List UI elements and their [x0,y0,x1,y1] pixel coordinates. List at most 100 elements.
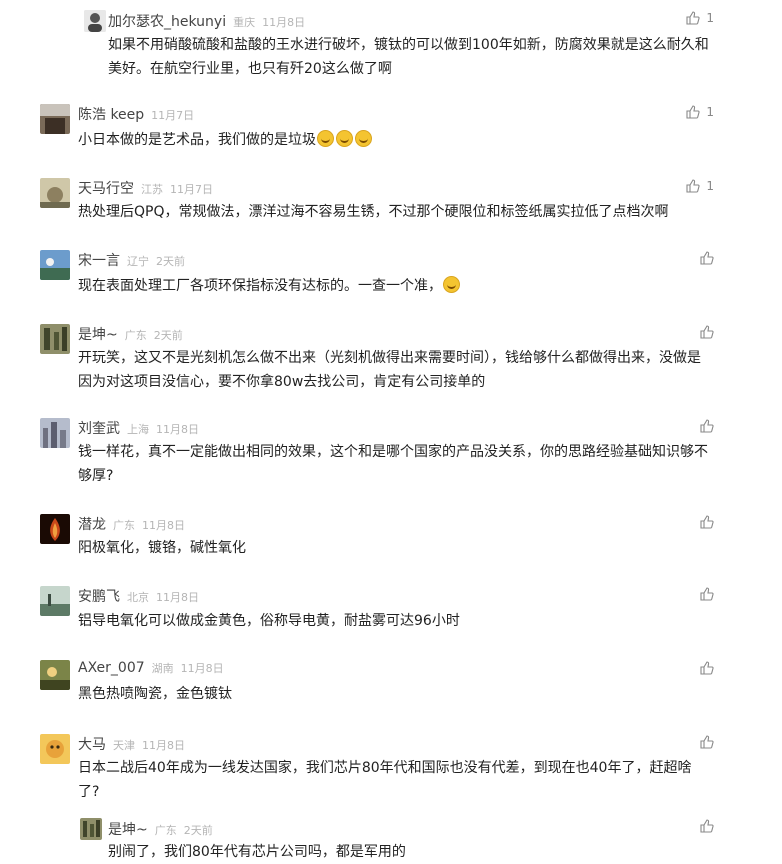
username[interactable]: AXer_007 [78,660,145,676]
laughing-emoji [317,130,334,147]
location: 广东 [124,329,147,342]
reply-item: 加尔瑟农_hekunyi 重庆 11月8日 如果不用硝酸硫酸和盐酸的王水进行破坏… [0,0,782,90]
location: 广东 [154,824,177,837]
username[interactable]: 刘奎武 [78,418,120,438]
username[interactable]: 安鹏飞 [78,586,120,606]
comment-text: 别闹了，我们80年代有芯片公司吗，都是军用的 [108,844,406,860]
like-button[interactable] [700,661,714,675]
thumbs-up-icon [700,661,714,675]
comment-meta: AXer_007 湖南 11月8日 [78,660,224,680]
comment-text: 小日本做的是艺术品，我们做的是垃圾 [78,128,718,152]
comment-text: 日本二战后40年成为一线发达国家，我们芯片80年代和国际也没有代差，到现在也40… [78,760,692,800]
avatar[interactable] [40,514,70,544]
like-button[interactable] [700,587,714,601]
avatar[interactable] [40,178,70,208]
avatar[interactable] [40,324,70,354]
timestamp: 2天前 [153,329,183,342]
avatar[interactable] [40,586,70,616]
avatar[interactable] [40,734,70,764]
thumbs-up-icon [700,251,714,265]
username[interactable]: 潜龙 [78,514,106,534]
thumbs-up-icon [686,105,700,119]
location: 北京 [127,591,149,604]
comment-meta: 加尔瑟农_hekunyi 重庆 11月8日 [108,11,305,31]
username[interactable]: 宋一言 [78,250,120,270]
comment-item: 刘奎武 上海 11月8日 钱一样花，真不一定能做出相同的效果，这个和是哪个国家的… [0,402,782,502]
comment-text: 热处理后QPQ，常规做法，漂洋过海不容易生锈，不过那个硬限位和标签纸属实拉低了点… [78,204,669,220]
timestamp: 11月8日 [156,423,199,436]
comment-item: 陈浩 keep 11月7日 小日本做的是艺术品，我们做的是垃圾 1 [0,90,782,164]
location: 上海 [127,423,149,436]
avatar[interactable] [40,250,70,280]
thumbs-up-icon [700,587,714,601]
like-count: 1 [706,179,714,193]
comment-meta: 刘奎武 上海 11月8日 [78,418,199,438]
comment-meta: 安鹏飞 北京 11月8日 [78,586,199,606]
smile-emoji [443,276,460,293]
timestamp: 11月8日 [180,662,224,675]
comment-item: 是坤~ 广东 2天前 开玩笑，这又不是光刻机怎么做不出来（光刻机做得出来需要时间… [0,312,782,402]
timestamp: 11月8日 [262,16,306,29]
location: 重庆 [233,16,256,29]
like-button[interactable] [700,819,714,833]
timestamp: 11月8日 [142,739,185,752]
thumbs-up-icon [686,11,700,25]
comment-text-body: 现在表面处理工厂各项环保指标没有达标的。一查一个准， [78,278,442,294]
avatar[interactable] [84,10,106,32]
like-button[interactable]: 1 [686,11,714,25]
like-button[interactable]: 1 [686,179,714,193]
location: 天津 [113,739,135,752]
thumbs-up-icon [700,419,714,433]
timestamp: 11月7日 [170,183,213,196]
username[interactable]: 是坤~ [78,324,118,344]
location: 辽宁 [127,255,149,268]
avatar[interactable] [40,418,70,448]
comment-meta: 是坤~ 广东 2天前 [108,819,213,839]
username[interactable]: 天马行空 [78,178,134,198]
thumbs-up-icon [700,325,714,339]
like-count: 1 [706,105,714,119]
reply-item: 是坤~ 广东 2天前 别闹了，我们80年代有芯片公司吗，都是军用的 [0,812,782,863]
location: 湖南 [151,662,174,675]
like-button[interactable] [700,515,714,529]
timestamp: 2天前 [183,824,213,837]
location: 广东 [113,519,135,532]
username[interactable]: 是坤~ [108,819,148,839]
comment-text: 黑色热喷陶瓷，金色镀钛 [78,686,232,702]
like-button[interactable]: 1 [686,105,714,119]
location: 江苏 [141,183,163,196]
comment-meta: 陈浩 keep 11月7日 [78,104,194,124]
avatar[interactable] [40,104,70,134]
avatar[interactable] [40,660,70,690]
comment-meta: 大马 天津 11月8日 [78,734,185,754]
like-button[interactable] [700,419,714,433]
comment-text: 现在表面处理工厂各项环保指标没有达标的。一查一个准， [78,274,718,298]
comment-text: 开玩笑，这又不是光刻机怎么做不出来（光刻机做得出来需要时间），钱给够什么都做得出… [78,350,701,390]
like-button[interactable] [700,251,714,265]
comment-meta: 潜龙 广东 11月8日 [78,514,185,534]
like-button[interactable] [700,325,714,339]
timestamp: 2天前 [156,255,185,268]
thumbs-up-icon [686,179,700,193]
comment-item: AXer_007 湖南 11月8日 黑色热喷陶瓷，金色镀钛 [0,648,782,720]
thumbs-up-icon [700,819,714,833]
timestamp: 11月8日 [156,591,199,604]
username[interactable]: 加尔瑟农_hekunyi [108,11,226,31]
avatar[interactable] [80,818,102,840]
comment-meta: 是坤~ 广东 2天前 [78,324,183,344]
laughing-emoji [355,130,372,147]
comment-item: 潜龙 广东 11月8日 阳极氧化，镀铬，碱性氧化 [0,502,782,574]
comment-text: 钱一样花，真不一定能做出相同的效果，这个和是哪个国家的产品没关系，你的思路经验基… [78,444,708,484]
comment-text-body: 小日本做的是艺术品，我们做的是垃圾 [78,132,316,148]
comment-text: 铝导电氧化可以做成金黄色，俗称导电黄，耐盐雾可达96小时 [78,613,460,629]
username[interactable]: 陈浩 keep [78,104,144,124]
like-button[interactable] [700,735,714,749]
thumbs-up-icon [700,735,714,749]
username[interactable]: 大马 [78,734,106,754]
comment-meta: 宋一言 辽宁 2天前 [78,250,185,270]
comment-item: 大马 天津 11月8日 日本二战后40年成为一线发达国家，我们芯片80年代和国际… [0,720,782,816]
comment-text: 阳极氧化，镀铬，碱性氧化 [78,540,246,556]
comment-item: 安鹏飞 北京 11月8日 铝导电氧化可以做成金黄色，俗称导电黄，耐盐雾可达96小… [0,574,782,648]
comment-text: 如果不用硝酸硫酸和盐酸的王水进行破坏，镀钛的可以做到100年如新，防腐效果就是这… [108,37,709,77]
thumbs-up-icon [700,515,714,529]
